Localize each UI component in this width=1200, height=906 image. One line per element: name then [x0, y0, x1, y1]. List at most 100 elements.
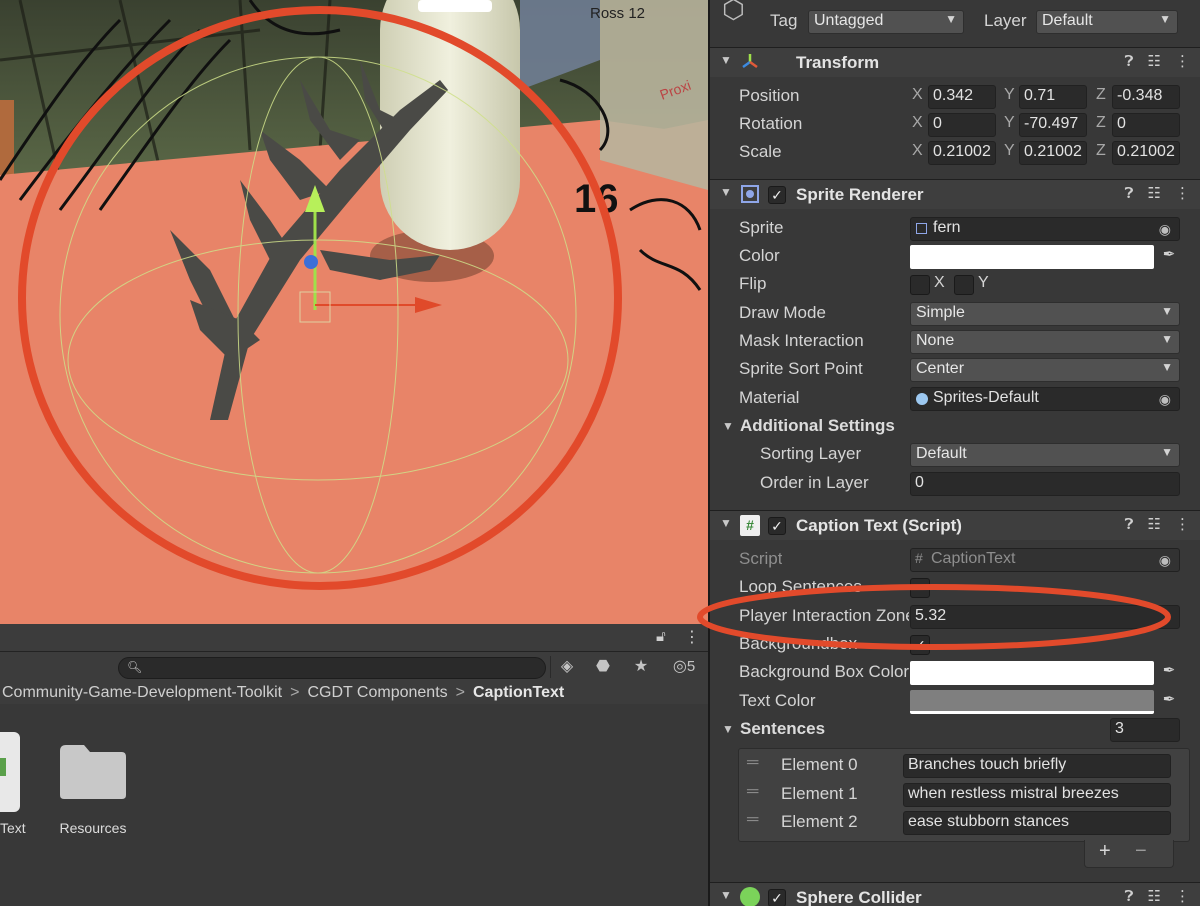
scale-row: Scale X 0.21002 Y 0.21002 Z 0.21002 [710, 139, 1200, 167]
fold-arrow-icon[interactable]: ▼ [722, 722, 734, 736]
more-menu-icon[interactable]: ⋮ [1175, 52, 1190, 70]
axis-x-label[interactable]: X [912, 86, 923, 104]
fold-arrow-icon[interactable]: ▼ [720, 888, 732, 902]
element-field[interactable]: when restless mistral breezes [903, 783, 1171, 807]
drag-handle-icon[interactable]: ═ [747, 754, 758, 772]
text-color-swatch[interactable] [910, 690, 1154, 714]
list-item[interactable]: ═ Element 0 Branches touch briefly [739, 752, 1189, 780]
position-y-field[interactable]: 0.71 [1019, 85, 1087, 109]
backgroundbox-row: Backgroundbox ✓ [710, 631, 1200, 659]
help-icon[interactable]: ❓︎ [1125, 185, 1134, 202]
color-swatch[interactable] [910, 245, 1154, 269]
caption-text-header[interactable]: ▼ # ✓ Caption Text (Script) ❓︎ ☷ ⋮ [710, 510, 1200, 540]
transform-header[interactable]: ▼ Transform ❓︎ ☷ ⋮ [710, 47, 1200, 77]
more-menu-icon[interactable]: ⋮ [684, 627, 700, 647]
filter-by-type-icon[interactable]: ◈ [554, 655, 580, 679]
enabled-checkbox[interactable]: ✓ [768, 186, 786, 204]
element-field[interactable]: ease stubborn stances [903, 811, 1171, 835]
eyedropper-icon[interactable]: ✒︎ [1158, 245, 1180, 267]
fold-arrow-icon[interactable]: ▼ [720, 185, 732, 199]
drag-handle-icon[interactable]: ═ [747, 811, 758, 829]
enabled-checkbox[interactable]: ✓ [768, 889, 786, 906]
help-icon[interactable]: ❓︎ [1125, 53, 1134, 70]
enabled-checkbox[interactable]: ✓ [768, 517, 786, 535]
axis-z-label[interactable]: Z [1096, 86, 1106, 104]
sprite-renderer-header[interactable]: ▼ ✓ Sprite Renderer ❓︎ ☷ ⋮ [710, 179, 1200, 209]
scale-x-field[interactable]: 0.21002 [928, 141, 996, 165]
more-menu-icon[interactable]: ⋮ [1175, 515, 1190, 533]
additional-settings-row[interactable]: ▼ Additional Settings [710, 413, 1200, 441]
axis-z-label[interactable]: Z [1096, 142, 1106, 160]
add-element-button[interactable]: + [1099, 840, 1111, 863]
sphere-collider-header[interactable]: ▼ ✓ Sphere Collider ❓︎ ☷ ⋮ [710, 882, 1200, 906]
player-interaction-zone-field[interactable]: 5.32 [910, 605, 1180, 629]
axis-y-label[interactable]: Y [1004, 142, 1015, 160]
axis-x-label[interactable]: X [912, 142, 923, 160]
more-menu-icon[interactable]: ⋮ [1175, 887, 1190, 905]
script-asset[interactable] [0, 732, 24, 814]
object-picker-icon[interactable]: ◉ [1159, 221, 1171, 238]
asset-label[interactable]: Resources [50, 820, 136, 836]
backgroundbox-checkbox[interactable]: ✓ [910, 635, 930, 655]
sentences-size-field[interactable]: 3 [1110, 718, 1180, 742]
eyedropper-icon[interactable]: ✒︎ [1158, 690, 1180, 712]
object-picker-icon[interactable]: ◉ [1159, 391, 1171, 408]
element-field[interactable]: Branches touch briefly [903, 754, 1171, 778]
background-box-color-swatch[interactable] [910, 661, 1154, 685]
search-input[interactable]: 🔍︎ [118, 657, 546, 679]
scale-z-field[interactable]: 0.21002 [1112, 141, 1180, 165]
favorites-icon[interactable]: ★ [628, 655, 654, 679]
draw-mode-dropdown[interactable]: Simple ▼ [910, 302, 1180, 326]
more-menu-icon[interactable]: ⋮ [1175, 184, 1190, 202]
backgroundbox-label: Backgroundbox [739, 634, 858, 653]
tag-dropdown[interactable]: Untagged ▼ [808, 10, 964, 34]
sentences-row[interactable]: ▼ Sentences 3 [710, 716, 1200, 744]
position-x-field[interactable]: 0.342 [928, 85, 996, 109]
flip-y-checkbox[interactable] [954, 275, 974, 295]
rotation-y-field[interactable]: -70.497 [1019, 113, 1087, 137]
remove-element-button[interactable]: − [1135, 840, 1147, 863]
scene-canvas[interactable]: Ross 12 Proxi 16 [0, 0, 708, 624]
flip-x-checkbox[interactable] [910, 275, 930, 295]
folder-icon[interactable] [58, 743, 128, 801]
presets-icon[interactable]: ☷ [1148, 52, 1161, 70]
axis-z-label[interactable]: Z [1096, 114, 1106, 132]
filter-by-label-icon[interactable]: ⬣ [590, 655, 616, 679]
axis-y-label[interactable]: Y [1004, 86, 1015, 104]
fold-arrow-icon[interactable]: ▼ [720, 53, 732, 67]
help-icon[interactable]: ❓︎ [1125, 888, 1134, 905]
fold-arrow-icon[interactable]: ▼ [722, 419, 734, 433]
breadcrumb-item[interactable]: CGDT Components [307, 684, 447, 702]
hidden-packages-icon[interactable]: ◎5 [664, 655, 704, 679]
scale-y-field[interactable]: 0.21002 [1019, 141, 1087, 165]
order-in-layer-field[interactable]: 0 [910, 472, 1180, 496]
presets-icon[interactable]: ☷ [1148, 184, 1161, 202]
layer-label: Layer [984, 11, 1027, 30]
breadcrumb-current[interactable]: CaptionText [473, 684, 564, 702]
mask-interaction-dropdown[interactable]: None ▼ [910, 330, 1180, 354]
scene-view[interactable]: Ross 12 Proxi 16 [0, 0, 708, 624]
list-item[interactable]: ═ Element 2 ease stubborn stances [739, 809, 1189, 837]
eyedropper-icon[interactable]: ✒︎ [1158, 661, 1180, 683]
loop-sentences-checkbox[interactable] [910, 578, 930, 598]
rotation-x-field[interactable]: 0 [928, 113, 996, 137]
fold-arrow-icon[interactable]: ▼ [720, 516, 732, 530]
list-item[interactable]: ═ Element 1 when restless mistral breeze… [739, 781, 1189, 809]
lock-icon[interactable]: 🔓︎ [656, 628, 666, 645]
sorting-layer-dropdown[interactable]: Default ▼ [910, 443, 1180, 467]
breadcrumb-item[interactable]: Community-Game-Development-Toolkit [2, 684, 282, 702]
axis-x-label[interactable]: X [912, 114, 923, 132]
material-object-field[interactable]: Sprites-Default ◉ [910, 387, 1180, 411]
presets-icon[interactable]: ☷ [1148, 887, 1161, 905]
drag-handle-icon[interactable]: ═ [747, 783, 758, 801]
presets-icon[interactable]: ☷ [1148, 515, 1161, 533]
sprite-object-field[interactable]: fern ◉ [910, 217, 1180, 241]
help-icon[interactable]: ❓︎ [1125, 516, 1134, 533]
rotation-z-field[interactable]: 0 [1112, 113, 1180, 137]
sprite-label: Sprite [739, 218, 784, 237]
position-z-field[interactable]: -0.348 [1112, 85, 1180, 109]
sort-point-dropdown[interactable]: Center ▼ [910, 358, 1180, 382]
chevron-down-icon: ▼ [1161, 332, 1173, 346]
layer-dropdown[interactable]: Default ▼ [1036, 10, 1178, 34]
axis-y-label[interactable]: Y [1004, 114, 1015, 132]
